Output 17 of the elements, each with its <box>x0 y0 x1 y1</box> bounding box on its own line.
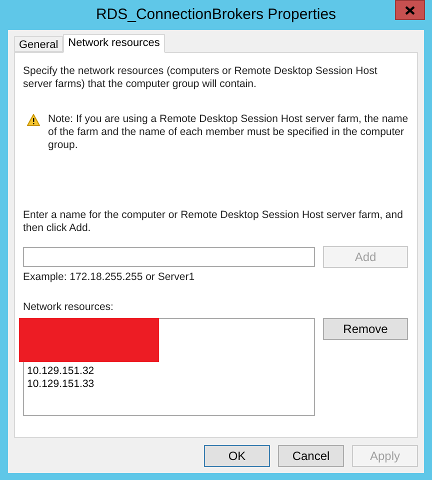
example-text: Example: 172.18.255.255 or Server1 <box>23 271 196 284</box>
window-title: RDS_ConnectionBrokers Properties <box>96 4 336 25</box>
tab[interactable]: General <box>14 36 64 52</box>
close-icon <box>405 6 415 14</box>
list-item[interactable]: 10.129.151.32 <box>24 365 314 378</box>
dialog-button[interactable]: Cancel <box>278 445 344 467</box>
resources-label: Network resources: <box>23 301 114 314</box>
dialog-button[interactable]: Remove <box>323 318 408 340</box>
description-text: Specify the network resources (computers or Remote Desktop Session Host server farms) that the computer group will contain. <box>23 65 378 91</box>
tab[interactable]: Network resources <box>63 34 165 53</box>
warning-icon <box>27 114 40 126</box>
name-input-field[interactable] <box>23 247 315 267</box>
dialog-button[interactable]: OK <box>204 445 270 467</box>
note-text: Note: If you are using a Remote Desktop Session Host server farm, the name of the farm and the name of each member must be specified in the computer group. <box>48 113 409 152</box>
instruction-text: Enter a name for the computer or Remote Desktop Session Host server farm, and then click Add. <box>23 209 404 235</box>
close-button[interactable] <box>395 0 425 20</box>
list-item[interactable]: 10.129.151.33 <box>24 378 314 391</box>
